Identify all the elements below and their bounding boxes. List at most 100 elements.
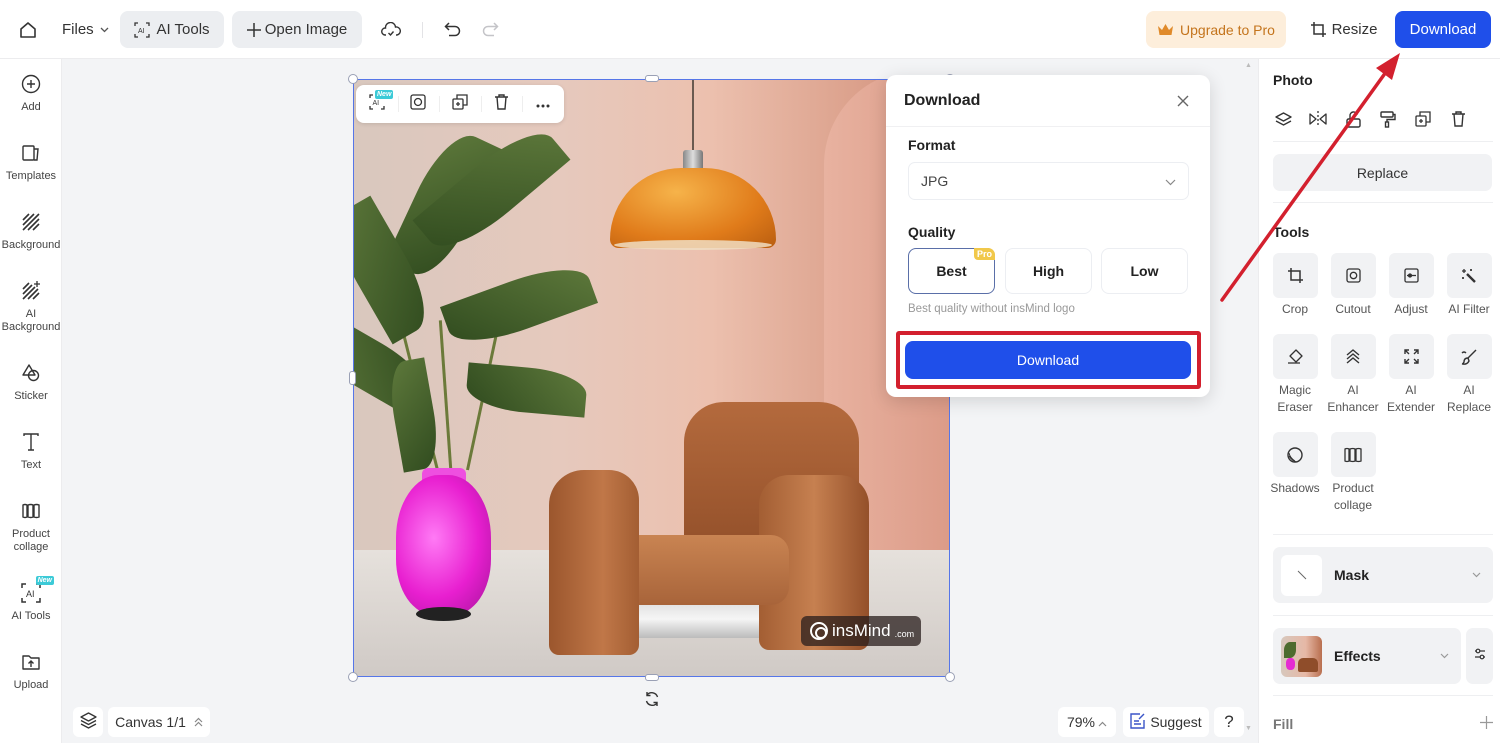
ai-tools-button[interactable]: AI New	[356, 85, 398, 123]
help-label: ?	[1224, 712, 1234, 731]
sidebar-item-ai-tools[interactable]: AI New AI Tools	[0, 576, 62, 623]
photo-layer[interactable]: insMind .com	[353, 79, 950, 677]
tool-magic-eraser[interactable]: Magic Eraser	[1267, 334, 1323, 416]
resize-handle-bottom-right[interactable]	[945, 672, 955, 682]
mask-accordion[interactable]: Mask	[1273, 547, 1493, 603]
resize-handle-top[interactable]	[645, 75, 659, 82]
eraser-icon	[1272, 334, 1318, 379]
tool-ai-enhancer[interactable]: AI Enhancer	[1325, 334, 1381, 416]
cloud-save-button[interactable]	[378, 11, 404, 48]
tool-ai-extender[interactable]: AI Extender	[1383, 334, 1439, 416]
photo-lamp-cord	[692, 80, 694, 155]
tool-crop[interactable]: Crop	[1267, 253, 1323, 318]
close-button[interactable]	[1174, 92, 1192, 110]
photo-section-title: Photo	[1273, 72, 1313, 88]
sidebar-item-sticker[interactable]: Sticker	[0, 361, 62, 403]
replace-button[interactable]: Replace	[1273, 154, 1492, 191]
tool-label: Magic Eraser	[1277, 383, 1313, 414]
layers-icon[interactable]	[1273, 109, 1293, 129]
sidebar-item-text[interactable]: Text	[0, 430, 62, 472]
paint-roller-icon[interactable]	[1378, 109, 1398, 129]
tool-cutout[interactable]: Cutout	[1325, 253, 1381, 318]
quality-option-high[interactable]: High	[1005, 248, 1092, 294]
quality-option-best[interactable]: Best Pro	[908, 248, 995, 294]
ai-replace-icon	[1446, 334, 1492, 379]
effects-thumbnail	[1281, 635, 1322, 677]
rotate-handle[interactable]	[642, 691, 662, 711]
zoom-level-button[interactable]: 79%	[1058, 707, 1116, 737]
add-fill-button[interactable]	[1480, 716, 1493, 732]
effects-settings-button[interactable]	[1466, 628, 1493, 684]
plus-icon	[246, 22, 261, 37]
home-button[interactable]	[14, 11, 42, 48]
quality-option-low[interactable]: Low	[1101, 248, 1188, 294]
tool-label: Cutout	[1335, 302, 1371, 316]
canvas-pages-button[interactable]: Canvas 1/1	[108, 707, 210, 737]
divider	[1273, 141, 1493, 142]
sidebar-item-upload[interactable]: Upload	[0, 650, 62, 692]
sidebar-item-templates[interactable]: Templates	[0, 141, 62, 183]
sidebar-item-label: Product collage	[12, 528, 50, 553]
files-label: Files	[62, 21, 94, 38]
resize-handle-bottom[interactable]	[645, 674, 659, 681]
download-button[interactable]: Download	[1395, 11, 1491, 48]
photo-lamp-rim	[614, 240, 772, 250]
plus-icon	[1480, 716, 1493, 729]
resize-handle-top-left[interactable]	[348, 74, 358, 84]
sidebar-item-label: Text	[20, 459, 42, 471]
format-select[interactable]: JPG	[908, 162, 1189, 200]
resize-handle-bottom-left[interactable]	[348, 672, 358, 682]
layers-button[interactable]	[73, 707, 103, 737]
divider	[1273, 534, 1493, 535]
files-menu[interactable]: Files	[62, 11, 109, 48]
sidebar-item-background[interactable]: Background	[0, 210, 62, 252]
tool-ai-filter[interactable]: AI Filter	[1441, 253, 1497, 318]
undo-button[interactable]	[440, 11, 464, 48]
effects-accordion[interactable]: Effects	[1273, 628, 1461, 684]
crown-icon	[1157, 23, 1174, 36]
svg-text:AI: AI	[26, 589, 35, 599]
scroll-down-icon[interactable]: ▼	[1245, 725, 1252, 732]
redo-icon	[482, 22, 499, 37]
tool-adjust[interactable]: Adjust	[1383, 253, 1439, 318]
sidebar-item-add[interactable]: Add	[0, 72, 62, 114]
extender-icon	[1388, 334, 1434, 379]
quality-label: Quality	[908, 224, 956, 240]
ai-tools-button[interactable]: AI AI Tools	[120, 11, 224, 48]
resize-button[interactable]: Resize	[1304, 11, 1384, 48]
dialog-download-button[interactable]: Download	[905, 341, 1191, 379]
duplicate-button[interactable]	[439, 85, 481, 123]
layers-icon	[79, 712, 97, 732]
tool-ai-replace[interactable]: AI Replace	[1441, 334, 1497, 416]
canvas-vertical-scrollbar[interactable]: ▲ ▼	[1244, 62, 1252, 732]
upload-icon	[19, 650, 43, 674]
open-image-button[interactable]: Open Image	[232, 11, 362, 48]
ai-tools-icon: AI New	[19, 576, 54, 605]
tool-label: Crop	[1281, 302, 1308, 316]
resize-handle-left[interactable]	[349, 371, 356, 385]
resize-icon	[1310, 22, 1326, 37]
sidebar-item-product-collage[interactable]: Product collage	[0, 499, 62, 554]
delete-button[interactable]	[480, 85, 523, 123]
feedback-icon	[1130, 712, 1146, 732]
suggest-button[interactable]: Suggest	[1123, 707, 1209, 737]
upgrade-to-pro-button[interactable]: Upgrade to Pro	[1146, 11, 1286, 48]
tool-product-collage[interactable]: Product collage	[1325, 432, 1381, 514]
flip-icon[interactable]	[1308, 109, 1328, 129]
sidebar-item-ai-background[interactable]: AI Background	[0, 279, 62, 334]
mask-thumbnail	[1281, 554, 1322, 596]
scroll-up-icon[interactable]: ▲	[1245, 62, 1252, 69]
trash-icon[interactable]	[1448, 109, 1468, 129]
duplicate-icon[interactable]	[1413, 109, 1433, 129]
more-options-button[interactable]	[522, 85, 564, 123]
tool-label: Shadows	[1270, 481, 1320, 495]
left-sidebar: Add Templates Background AI Background S…	[0, 59, 62, 743]
help-button[interactable]: ?	[1214, 707, 1244, 737]
unlock-icon[interactable]	[1343, 109, 1363, 129]
shadows-icon	[1272, 432, 1318, 477]
redo-button[interactable]	[478, 11, 502, 48]
thumb-vase	[1286, 657, 1295, 670]
enhancer-icon	[1330, 334, 1376, 379]
cutout-button[interactable]	[397, 85, 440, 123]
tool-shadows[interactable]: Shadows	[1267, 432, 1323, 497]
